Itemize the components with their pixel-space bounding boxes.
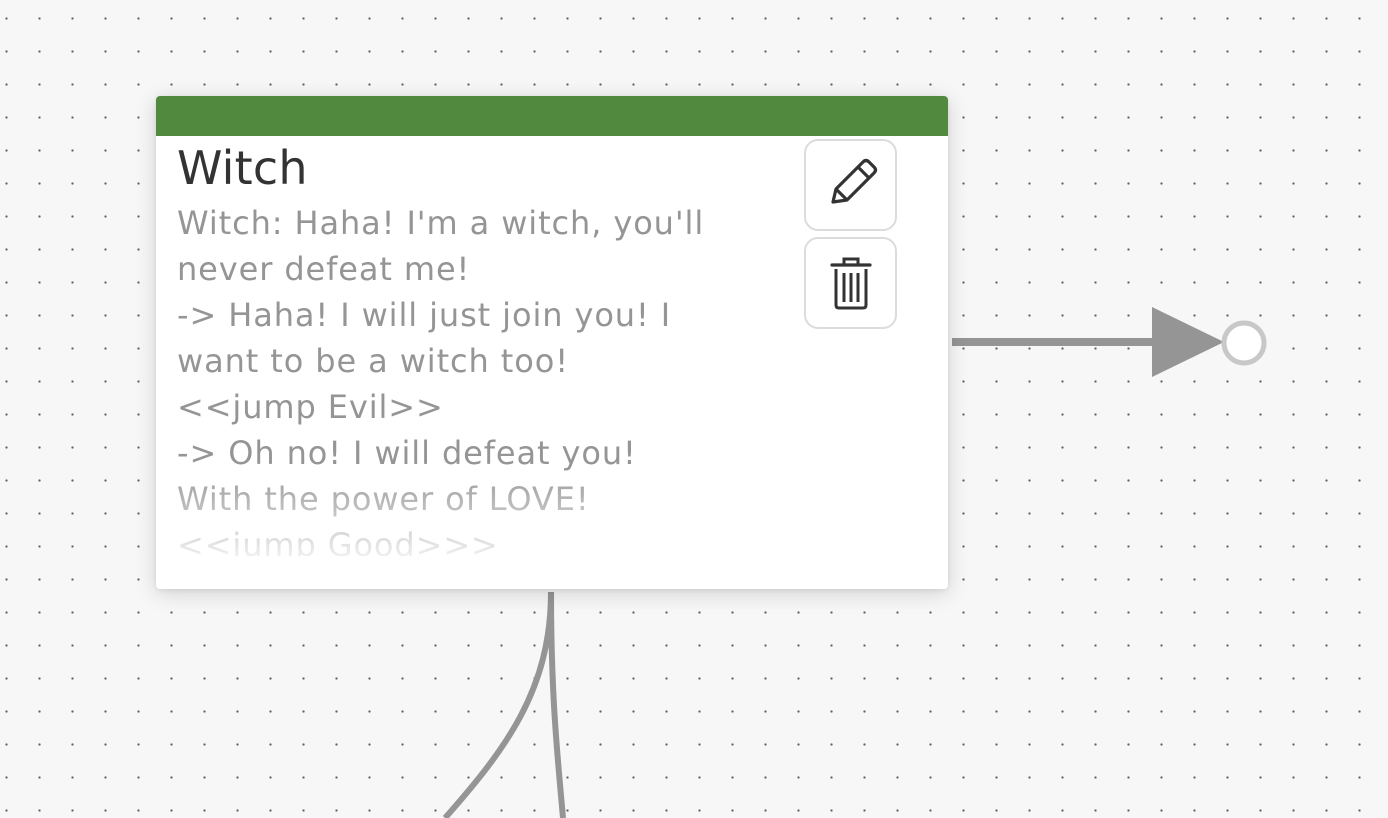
node-title: Witch [177, 141, 308, 195]
body-line: With the power of LOVE! [177, 480, 590, 518]
trash-icon [829, 257, 872, 310]
body-line: never defeat me! [177, 250, 471, 288]
connection-port[interactable] [1221, 320, 1267, 366]
node-header-bar[interactable] [156, 96, 948, 136]
body-line: <<jump Good>>> [177, 526, 499, 556]
body-line: Witch: Haha! I'm a witch, you'll [177, 204, 705, 242]
body-line: -> Haha! I will just join you! I [177, 296, 672, 334]
body-line: want to be a witch too! [177, 342, 569, 380]
edit-button[interactable] [804, 139, 897, 231]
body-line: -> Oh no! I will defeat you! [177, 434, 637, 472]
delete-button[interactable] [804, 237, 897, 329]
connector-curve-down[interactable] [548, 591, 566, 818]
pencil-icon [830, 158, 877, 204]
body-line: <<jump Evil>> [177, 388, 444, 426]
node-body-text: Witch: Haha! I'm a witch, you'll never d… [177, 200, 777, 556]
dialogue-node[interactable]: Witch Witch: Haha! I'm a witch, you'll n… [156, 96, 948, 589]
connector-curve-left[interactable] [442, 591, 554, 818]
arrowhead-right [1152, 307, 1224, 377]
